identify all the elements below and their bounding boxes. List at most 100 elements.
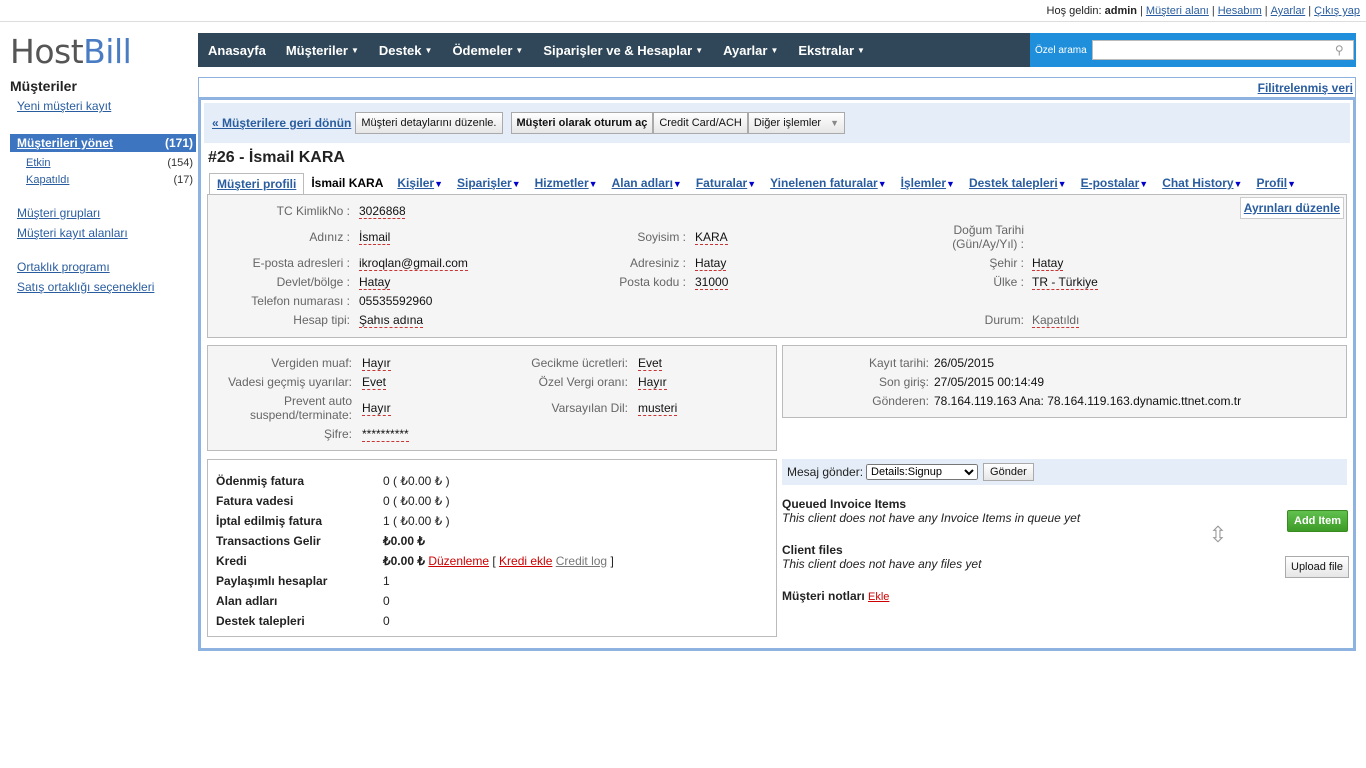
- postcode-value[interactable]: 31000: [695, 275, 729, 290]
- tax-exempt-value[interactable]: Hayır: [362, 356, 391, 371]
- tab-contacts[interactable]: Kişiler▼: [390, 173, 450, 195]
- credit-card-button[interactable]: Credit Card/ACH: [653, 112, 748, 134]
- name-value[interactable]: İsmail: [359, 230, 391, 245]
- caret-down-icon: ▼: [424, 45, 433, 55]
- sidebar-item-manage-clients[interactable]: Müşterileri yönet (171): [10, 134, 196, 152]
- affiliate-link[interactable]: Ortaklık programı: [17, 260, 196, 274]
- add-item-button[interactable]: Add Item: [1287, 510, 1349, 532]
- client-tabs: Müşteri profili İsmail KARA Kişiler▼ Sip…: [209, 173, 1349, 195]
- caret-down-icon: ▼: [350, 45, 359, 55]
- tab-tickets[interactable]: Destek talepleri▼: [962, 173, 1074, 195]
- birthdate-label: Doğum Tarihi (Gün/Ay/Yıl) :: [952, 223, 1024, 251]
- nav-extras[interactable]: Ekstralar ▼: [788, 33, 875, 67]
- client-fields-link[interactable]: Müşteri kayıt alanları: [17, 226, 196, 240]
- signup-date-label: Kayıt tarihi:: [868, 356, 929, 370]
- tab-chat-history[interactable]: Chat History▼: [1155, 173, 1249, 195]
- tab-domains[interactable]: Alan adları▼: [605, 173, 689, 195]
- stat-value: 0: [383, 614, 390, 628]
- send-button[interactable]: Gönder: [983, 463, 1034, 481]
- name-label: Adınız :: [309, 230, 350, 244]
- overdue-label: Vadesi geçmiş uyarılar:: [228, 375, 352, 389]
- hostbill-logo[interactable]: HostBill: [10, 32, 132, 71]
- login-as-client-button[interactable]: Müşteri olarak oturum aç: [510, 112, 654, 134]
- state-label: Devlet/bölge :: [276, 275, 350, 289]
- stat-value: ₺0.00 ₺: [383, 534, 425, 548]
- nav-orders[interactable]: Siparişler ve & Hesaplar ▼: [533, 33, 713, 67]
- nav-support[interactable]: Destek ▼: [369, 33, 443, 67]
- caret-down-icon: ▼: [515, 45, 524, 55]
- language-value[interactable]: musteri: [638, 401, 678, 416]
- affiliate-options-link[interactable]: Satış ortaklığı seçenekleri: [17, 280, 196, 294]
- my-account-link[interactable]: Hesabım: [1218, 5, 1262, 17]
- manage-count: (171): [164, 136, 193, 150]
- password-value[interactable]: **********: [362, 427, 409, 442]
- upload-file-button[interactable]: Upload file: [1285, 556, 1349, 578]
- sidebar-item-active[interactable]: Etkin (154): [10, 152, 196, 169]
- prevent-suspend-value[interactable]: Hayır: [362, 401, 391, 416]
- edit-details-button[interactable]: Ayrınları düzenle: [1239, 197, 1344, 219]
- tab-invoices[interactable]: Faturalar▼: [689, 173, 763, 195]
- nav-home[interactable]: Anasayfa: [198, 33, 276, 67]
- nav-payments[interactable]: Ödemeler ▼: [442, 33, 533, 67]
- logout-link[interactable]: Çıkış yap: [1314, 5, 1360, 17]
- country-label: Ülke :: [993, 275, 1024, 289]
- vat-label: Özel Vergi oranı:: [538, 375, 628, 389]
- stat-value: 1: [383, 574, 390, 588]
- tab-profile-menu[interactable]: Profil▼: [1249, 173, 1303, 195]
- tc-value[interactable]: 3026868: [359, 204, 405, 219]
- credit-edit-link[interactable]: Düzenleme: [428, 554, 489, 568]
- state-value[interactable]: Hatay: [359, 275, 391, 290]
- tab-client-name[interactable]: İsmail KARA: [304, 173, 390, 195]
- add-note-link[interactable]: Ekle: [868, 591, 889, 603]
- nav-clients[interactable]: Müşteriler ▼: [276, 33, 369, 67]
- add-credit-link[interactable]: Kredi ekle: [499, 554, 552, 568]
- client-files-text: This client does not have any files yet: [782, 557, 982, 571]
- username: admin: [1104, 5, 1138, 17]
- back-to-clients-link[interactable]: « Müşterilere geri dönün: [212, 116, 351, 130]
- client-area-link[interactable]: Müşteri alanı: [1146, 5, 1209, 17]
- tab-transactions[interactable]: İşlemler▼: [894, 173, 962, 195]
- email-value[interactable]: ikroqlan@gmail.com: [359, 256, 468, 271]
- message-template-select[interactable]: Details:Signup: [866, 464, 979, 480]
- search-area: Özel arama ⚲: [1030, 33, 1356, 67]
- stat-value: 0: [383, 594, 390, 608]
- status-value[interactable]: Kapatıldı: [1032, 313, 1080, 328]
- vat-value[interactable]: Hayır: [638, 375, 667, 390]
- surname-label: Soyisim :: [637, 230, 686, 244]
- account-type-value[interactable]: Şahıs adına: [359, 313, 424, 328]
- stat-label: İptal edilmiş fatura: [216, 514, 323, 528]
- surname-value[interactable]: KARA: [695, 230, 728, 245]
- address-label: Adresiniz :: [629, 256, 686, 270]
- search-icon[interactable]: ⚲: [1335, 43, 1344, 57]
- status-label: Durum:: [984, 313, 1024, 327]
- overdue-value[interactable]: Evet: [362, 375, 387, 390]
- resize-handle-icon[interactable]: ⇳: [1203, 522, 1233, 552]
- client-files-title: Client files: [782, 543, 843, 557]
- last-login-label: Son giriş:: [878, 375, 929, 389]
- nav-settings[interactable]: Ayarlar ▼: [713, 33, 788, 67]
- tab-recurring-invoices[interactable]: Yinelenen faturalar▼: [763, 173, 894, 195]
- tab-emails[interactable]: E-postalar▼: [1074, 173, 1156, 195]
- sidebar-item-closed[interactable]: Kapatıldı (17): [10, 169, 196, 186]
- client-groups-link[interactable]: Müşteri grupları: [17, 206, 196, 220]
- send-message-bar: Mesaj gönder: Details:Signup Gönder: [782, 459, 1347, 485]
- address-value[interactable]: Hatay: [695, 256, 727, 271]
- sidebar: Müşteriler Yeni müşteri kayıt Müşteriler…: [10, 78, 196, 294]
- postcode-label: Posta kodu :: [619, 275, 686, 289]
- edit-client-button[interactable]: Müşteri detaylarını düzenle.: [355, 112, 503, 134]
- credit-log-link[interactable]: Credit log: [556, 554, 607, 568]
- settings-link[interactable]: Ayarlar: [1271, 5, 1306, 17]
- city-value[interactable]: Hatay: [1032, 256, 1064, 271]
- tab-orders[interactable]: Siparişler▼: [450, 173, 528, 195]
- filtered-data-link[interactable]: Filitrelenmiş veri: [1258, 81, 1353, 95]
- new-client-link[interactable]: Yeni müşteri kayıt: [17, 99, 196, 113]
- tab-services[interactable]: Hizmetler▼: [528, 173, 605, 195]
- late-fees-value[interactable]: Evet: [638, 356, 663, 371]
- stat-label: Kredi: [216, 554, 247, 568]
- stat-label: Alan adları: [216, 594, 278, 608]
- tab-profile[interactable]: Müşteri profili: [209, 173, 305, 195]
- search-input[interactable]: ⚲: [1091, 40, 1354, 60]
- action-button-group: Müşteri olarak oturum aç Credit Card/ACH…: [510, 112, 846, 134]
- other-actions-button[interactable]: Diğer işlemler ▼: [747, 112, 846, 134]
- country-value[interactable]: TR - Türkiye: [1032, 275, 1098, 290]
